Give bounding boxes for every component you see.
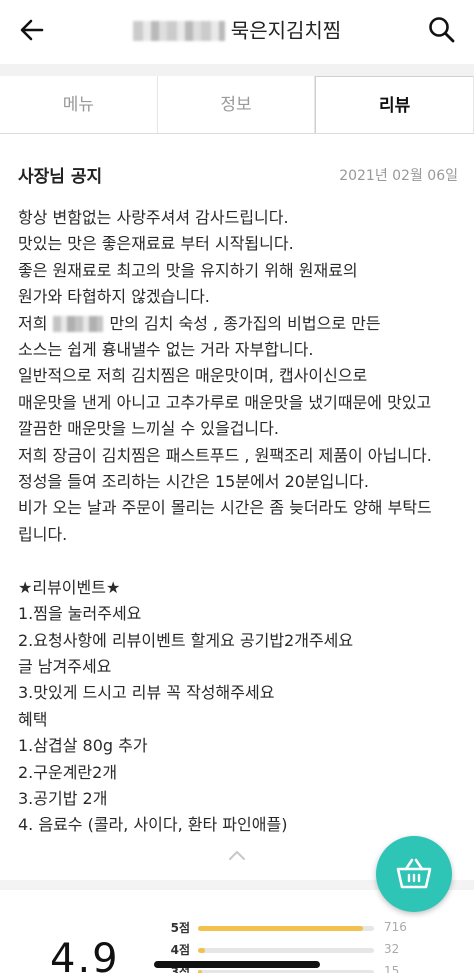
notice-body: 항상 변함없는 사랑주셔셔 감사드립니다. 맛있는 맛은 좋은재료료 부터 시작… [18, 205, 468, 839]
notice-date: 2021년 02월 06일 [339, 168, 458, 184]
top-app-bar: 묵은지김치찜 [0, 0, 474, 58]
notice-text-intro: 항상 변함없는 사랑주셔셔 감사드립니다. 맛있는 맛은 좋은재료료 부터 시작… [18, 208, 358, 307]
rating-row-label: 5점 [170, 921, 190, 935]
redacted-store-name [132, 20, 225, 41]
tab-info[interactable]: 정보 [158, 76, 316, 133]
rating-row: 4점 32 [166, 939, 466, 961]
tab-reviews[interactable]: 리뷰 [315, 76, 474, 133]
rating-row-count: 716 [384, 920, 407, 934]
rating-bar-fill [198, 926, 364, 931]
tab-bar: 메뉴 정보 리뷰 [0, 76, 474, 134]
search-icon [429, 17, 455, 43]
cart-button[interactable] [376, 836, 452, 912]
rating-bar-fill [198, 948, 206, 953]
collapse-button[interactable] [227, 847, 247, 863]
rating-row-count: 32 [384, 942, 400, 956]
average-rating: 4.9 [50, 936, 120, 973]
rating-bar-track [198, 948, 374, 953]
redacted-text [53, 316, 104, 333]
page-title: 묵은지김치찜 [0, 14, 474, 46]
notice-title: 사장님 공지 [18, 167, 103, 187]
rating-row-label: 4점 [170, 943, 190, 957]
notice-text-rest: 소스는 쉽게 흉내낼수 없는 거라 자부합니다. 일반적으로 저희 김치찜은 매… [18, 340, 432, 835]
search-button[interactable] [426, 14, 458, 46]
home-indicator [154, 961, 320, 968]
chevron-up-icon [229, 851, 245, 860]
section-divider [0, 64, 474, 76]
shopping-basket-icon [396, 858, 432, 889]
notice-line-prefix: 저희 [18, 313, 48, 333]
tab-menu[interactable]: 메뉴 [0, 76, 158, 133]
rating-bar-track [198, 926, 374, 931]
notice-header: 사장님 공지 2021년 02월 06일 [18, 162, 458, 188]
notice-line-suffix: 만의 김치 숙성 , 종가집의 비법으로 만든 [109, 313, 381, 333]
title-text: 묵은지김치찜 [230, 18, 342, 43]
rating-row-count: 15 [384, 964, 400, 973]
rating-row: 5점 716 [166, 917, 466, 939]
